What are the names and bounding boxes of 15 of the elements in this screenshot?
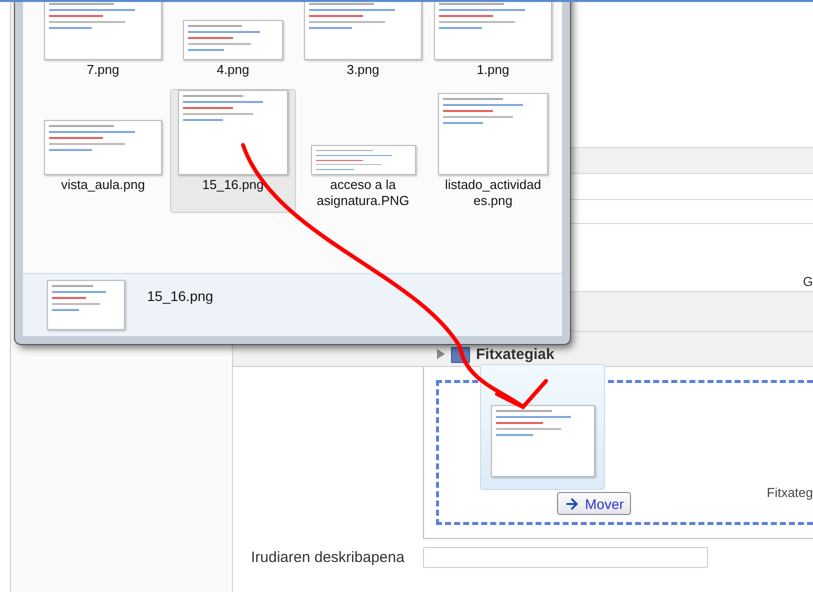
input-field[interactable] <box>423 547 708 568</box>
file-item[interactable]: 1.png <box>430 2 556 82</box>
field-label: Irudiaren deskribapena <box>251 549 406 566</box>
section-title: Fitxategiak <box>476 346 554 363</box>
file-name: 15_16.png <box>147 288 214 304</box>
cut-text: G <box>802 274 813 291</box>
file-item[interactable]: 7.png <box>40 2 166 82</box>
file-item[interactable]: 15_16.png <box>170 89 296 213</box>
file-item[interactable]: listado_actividad es.png <box>430 89 556 213</box>
file-item[interactable]: 4.png <box>170 2 296 82</box>
file-item[interactable]: acceso a la asignatura.PNG <box>300 89 426 213</box>
file-item[interactable]: vista_aula.png <box>40 89 166 213</box>
move-button[interactable]: Mover <box>557 492 631 515</box>
drop-zone-text: Fitxateg <box>766 485 813 500</box>
file-item[interactable]: 3.png <box>300 2 426 82</box>
